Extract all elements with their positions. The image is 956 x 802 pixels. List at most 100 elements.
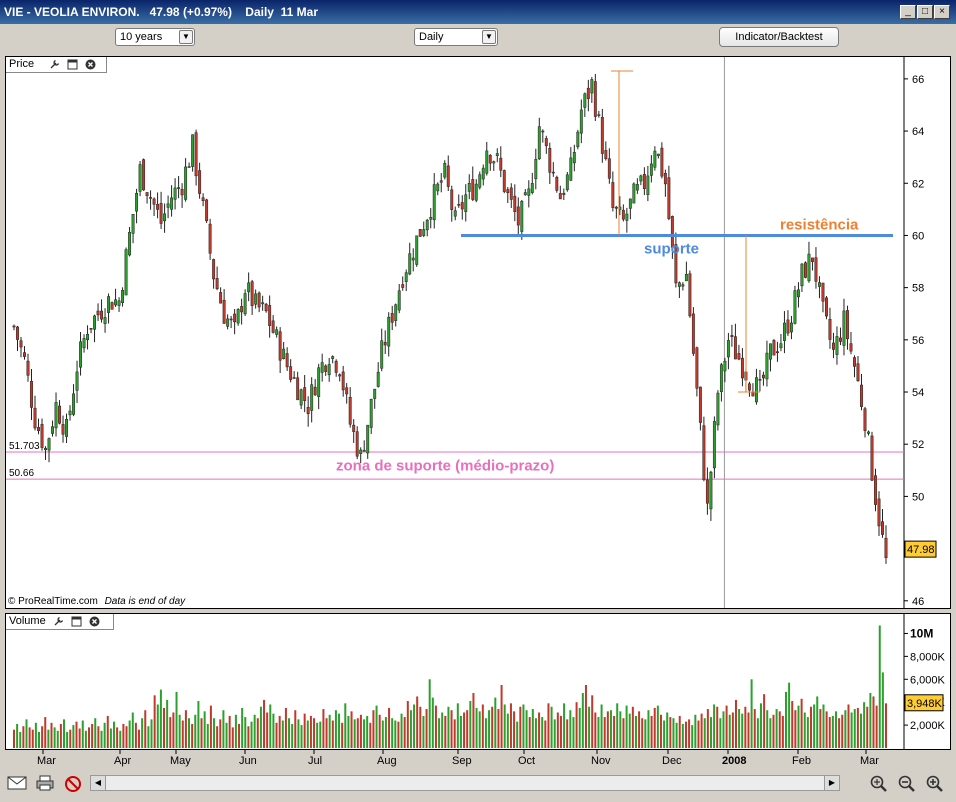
candle-body [54, 402, 58, 429]
volume-bar [116, 727, 119, 748]
x-tick-label: Jun [239, 755, 257, 767]
volume-bar [700, 713, 703, 748]
volume-bar [722, 711, 725, 748]
volume-bar [634, 715, 637, 748]
volume-bar [778, 711, 781, 748]
volume-y-tick-label: 10M [910, 626, 933, 640]
volume-bar [591, 695, 594, 748]
interval-select[interactable]: Daily ▼ [414, 28, 498, 46]
candle-body [471, 179, 475, 200]
candle-body [450, 189, 454, 210]
candle-body [180, 189, 184, 196]
volume-bar [338, 713, 341, 748]
zoom-fit-icon[interactable] [868, 775, 890, 793]
volume-bar [472, 693, 475, 748]
candle-body [163, 213, 167, 222]
volume-bar [169, 717, 172, 748]
volume-bar [794, 710, 797, 748]
volume-bar [463, 712, 466, 748]
title-bar: VIE - VEOLIA ENVIRON. 47.98 (+0.97%) Dai… [0, 0, 956, 24]
price-chart[interactable]: 464850525456586062646651.70350.66zona de… [6, 57, 950, 608]
candle-body [628, 198, 632, 209]
window-icon[interactable] [71, 616, 82, 627]
close-button[interactable]: × [934, 5, 950, 19]
candle-body [695, 347, 699, 389]
x-tick-label: Apr [114, 755, 131, 767]
volume-bar [13, 729, 15, 748]
volume-bar [188, 718, 191, 748]
volume-bar [203, 711, 206, 748]
y-tick-label: 58 [912, 283, 924, 295]
candle-body [47, 438, 51, 451]
candle-body [772, 340, 776, 356]
scroll-left-icon[interactable]: ◀ [91, 776, 106, 790]
volume-bar [669, 717, 672, 748]
close-icon[interactable] [85, 59, 96, 70]
volume-bar [547, 703, 550, 748]
zoom-out-icon[interactable] [896, 775, 918, 793]
window-icon[interactable] [67, 59, 78, 70]
wrench-icon[interactable] [53, 616, 64, 627]
volume-bar [84, 730, 87, 748]
indicator-backtest-button[interactable]: Indicator/Backtest [719, 27, 839, 47]
mail-icon[interactable] [6, 775, 28, 793]
candle-body [541, 130, 545, 133]
volume-bar [38, 731, 41, 748]
volume-bar [56, 730, 59, 748]
volume-bar [378, 714, 381, 748]
volume-bar [625, 705, 628, 748]
candle-body [264, 303, 268, 312]
volume-bar [300, 725, 303, 748]
candle-body [268, 305, 272, 326]
volume-bar [709, 717, 712, 748]
period-select[interactable]: 10 years ▼ [115, 28, 195, 46]
candle-body [117, 300, 121, 306]
candle-body [51, 426, 54, 434]
volume-bar [756, 718, 759, 748]
candle-body [625, 213, 629, 221]
candle-body [229, 318, 233, 321]
volume-bar [444, 715, 447, 748]
volume-bar [822, 704, 825, 748]
scroll-right-icon[interactable]: ▶ [824, 776, 839, 790]
close-icon[interactable] [89, 616, 100, 627]
volume-bar [725, 705, 728, 748]
volume-bar [806, 717, 809, 748]
restore-button[interactable]: □ [917, 5, 933, 19]
volume-bar [266, 712, 269, 748]
volume-bar [569, 710, 572, 748]
candle-body [548, 148, 552, 173]
candle-body [362, 449, 366, 452]
chevron-down-icon[interactable]: ▼ [179, 30, 193, 44]
minimize-button[interactable]: _ [900, 5, 916, 19]
candle-body [800, 263, 804, 287]
volume-chart[interactable]: 2,000K4,000K6,000K8,000K10M3,948K [6, 614, 950, 749]
candle-body [422, 229, 426, 236]
candle-body [530, 183, 534, 193]
y-tick-label: 60 [912, 230, 924, 242]
volume-bar [106, 715, 109, 748]
horizontal-scrollbar[interactable]: ◀ ▶ [90, 775, 840, 791]
volume-bar [750, 679, 753, 748]
candle-body [814, 257, 818, 282]
volume-bar [703, 718, 706, 748]
print-icon[interactable] [34, 775, 56, 793]
candle-body [219, 292, 223, 304]
y-tick-label: 50 [912, 491, 924, 503]
volume-bar [503, 704, 506, 748]
wrench-icon[interactable] [49, 59, 60, 70]
volume-bar [94, 718, 97, 748]
volume-bar [516, 721, 519, 748]
volume-bar [44, 717, 47, 748]
zone-lower-label: 50.66 [9, 468, 34, 479]
zoom-in-icon[interactable] [924, 775, 946, 793]
cancel-icon[interactable] [62, 775, 84, 793]
candle-body [835, 336, 839, 355]
candle-body [481, 167, 485, 180]
volume-bar [738, 709, 741, 748]
candle-body [418, 229, 422, 237]
candle-body [779, 343, 783, 349]
volume-bar [275, 722, 278, 748]
chevron-down-icon[interactable]: ▼ [482, 30, 496, 44]
candle-body [299, 389, 303, 406]
